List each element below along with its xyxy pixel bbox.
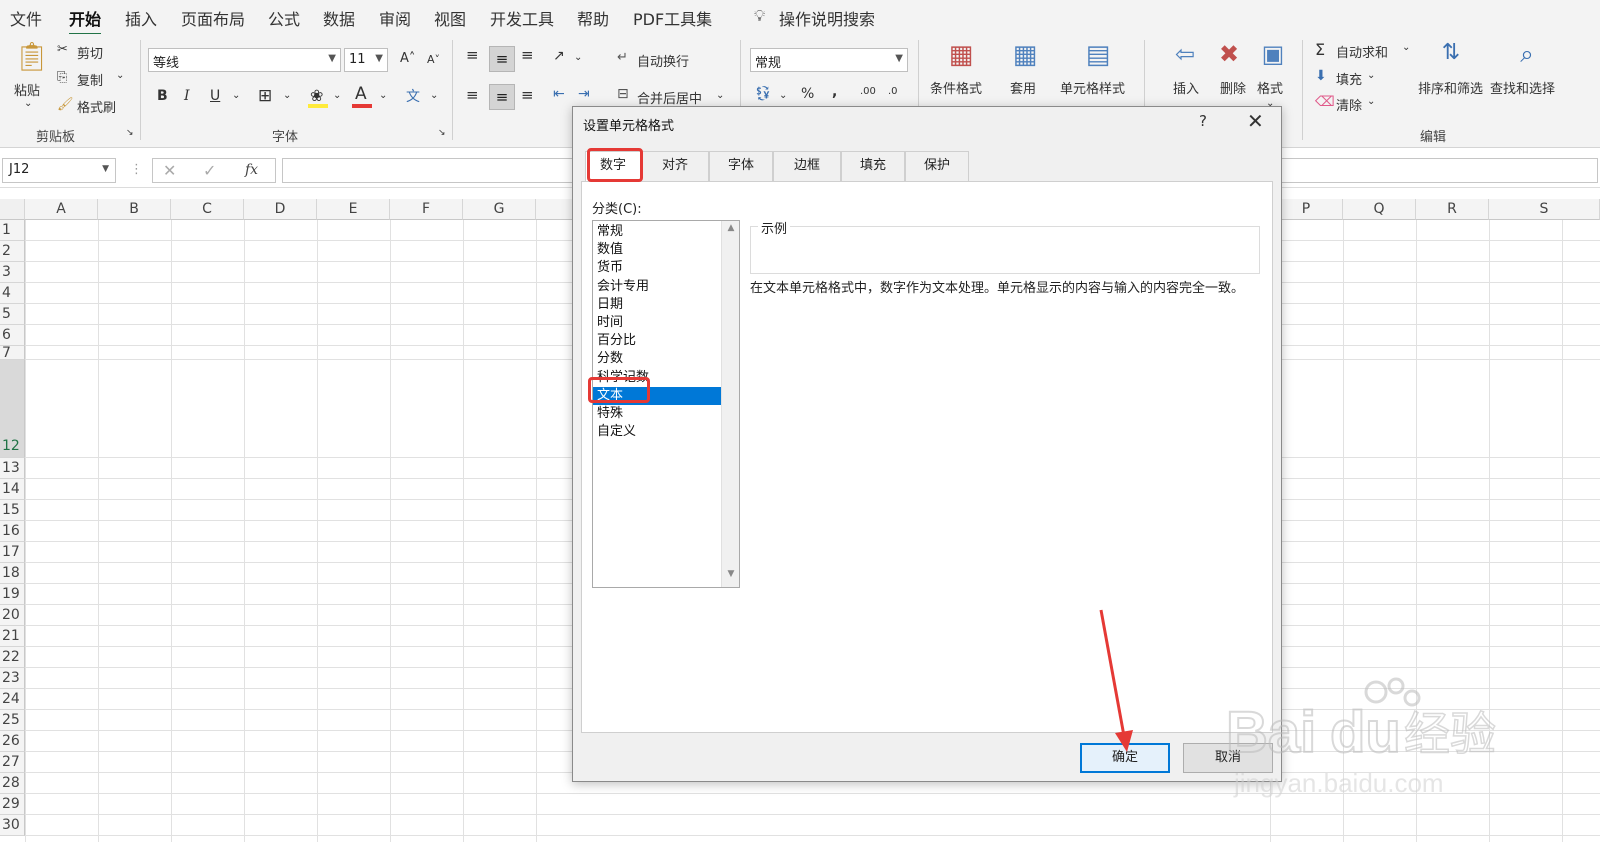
svg-text:du: du: [1330, 700, 1401, 765]
svg-text:经验: 经验: [1404, 707, 1496, 761]
baidu-jingyan-watermark: Bai du 经验 jingyan.baidu.com: [1226, 677, 1497, 798]
svg-text:jingyan.baidu.com: jingyan.baidu.com: [1233, 768, 1444, 798]
svg-text:Bai: Bai: [1226, 700, 1316, 765]
excel-window: 文件 开始 插入 页面布局 公式 数据 审阅 视图 开发工具 帮助 PDF工具集…: [0, 0, 1600, 842]
